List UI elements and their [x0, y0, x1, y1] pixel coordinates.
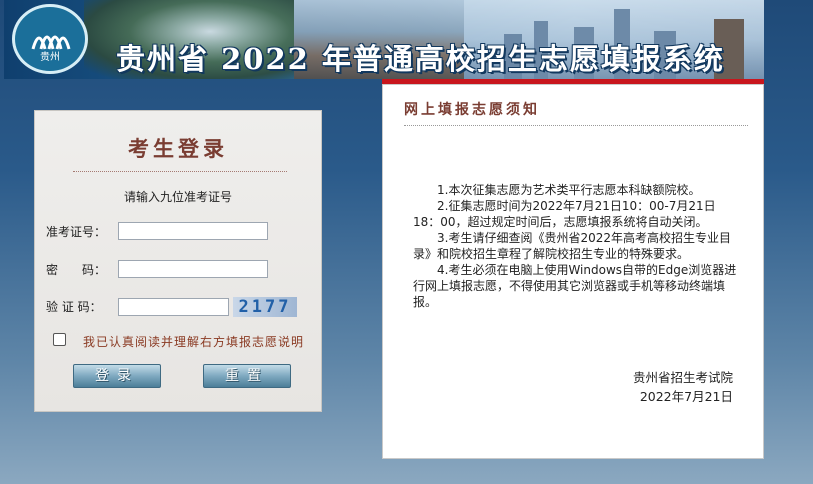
password-label: 密 码：: [46, 263, 107, 277]
reset-button[interactable]: 重置: [203, 364, 291, 388]
captcha-input[interactable]: [118, 298, 229, 316]
notice-panel: 网上填报志愿须知 1.本次征集志愿为艺术类平行志愿本科缺额院校。 2.征集志愿时…: [382, 84, 764, 459]
logo-text: 贵州: [40, 52, 60, 63]
login-divider: [73, 171, 287, 172]
agree-label[interactable]: 我已认真阅读并理解右方填报志愿说明: [83, 333, 304, 350]
signature-date: 2022年7月21日: [639, 389, 733, 404]
exam-number-label: 准考证号：: [46, 225, 107, 239]
login-hint: 请输入九位准考证号: [123, 190, 232, 204]
login-panel: 考生登录 请输入九位准考证号 准考证号： 密 码： 验 证 码： 2177 我已…: [34, 110, 322, 412]
password-input[interactable]: [118, 260, 268, 278]
agree-checkbox[interactable]: [53, 333, 66, 346]
login-button[interactable]: 登录: [73, 364, 161, 388]
page-title: 贵州省 2022 年普通高校招生志愿填报系统: [116, 42, 725, 76]
notice-title: 网上填报志愿须知: [404, 102, 540, 118]
guizhou-logo: 贵州: [12, 4, 88, 74]
notice-body: 1.本次征集志愿为艺术类平行志愿本科缺额院校。 2.征集志愿时间为2022年7月…: [413, 182, 737, 310]
signature-org: 贵州省招生考试院: [632, 370, 733, 385]
notice-item: 3.考生请仔细查阅《贵州省2022年高考高校招生专业目录》和院校招生章程了解院校…: [413, 231, 731, 261]
login-title: 考生登录: [128, 136, 228, 161]
notice-item: 4.考生必须在电脑上使用Windows自带的Edge浏览器进行网上填报志愿，不得…: [413, 263, 737, 309]
captcha-label: 验 证 码：: [46, 300, 102, 314]
notice-signature: 贵州省招生考试院 2022年7月21日: [633, 368, 733, 406]
exam-number-input[interactable]: [118, 222, 268, 240]
notice-item: 2.征集志愿时间为2022年7月21日10：00-7月21日18：00，超过规定…: [413, 199, 716, 229]
header-banner: 贵州 贵州省 2022 年普通高校招生志愿填报系统: [4, 0, 764, 79]
captcha-image[interactable]: 2177: [233, 297, 297, 317]
notice-item: 1.本次征集志愿为艺术类平行志愿本科缺额院校。: [437, 183, 701, 197]
notice-divider: [404, 125, 748, 126]
